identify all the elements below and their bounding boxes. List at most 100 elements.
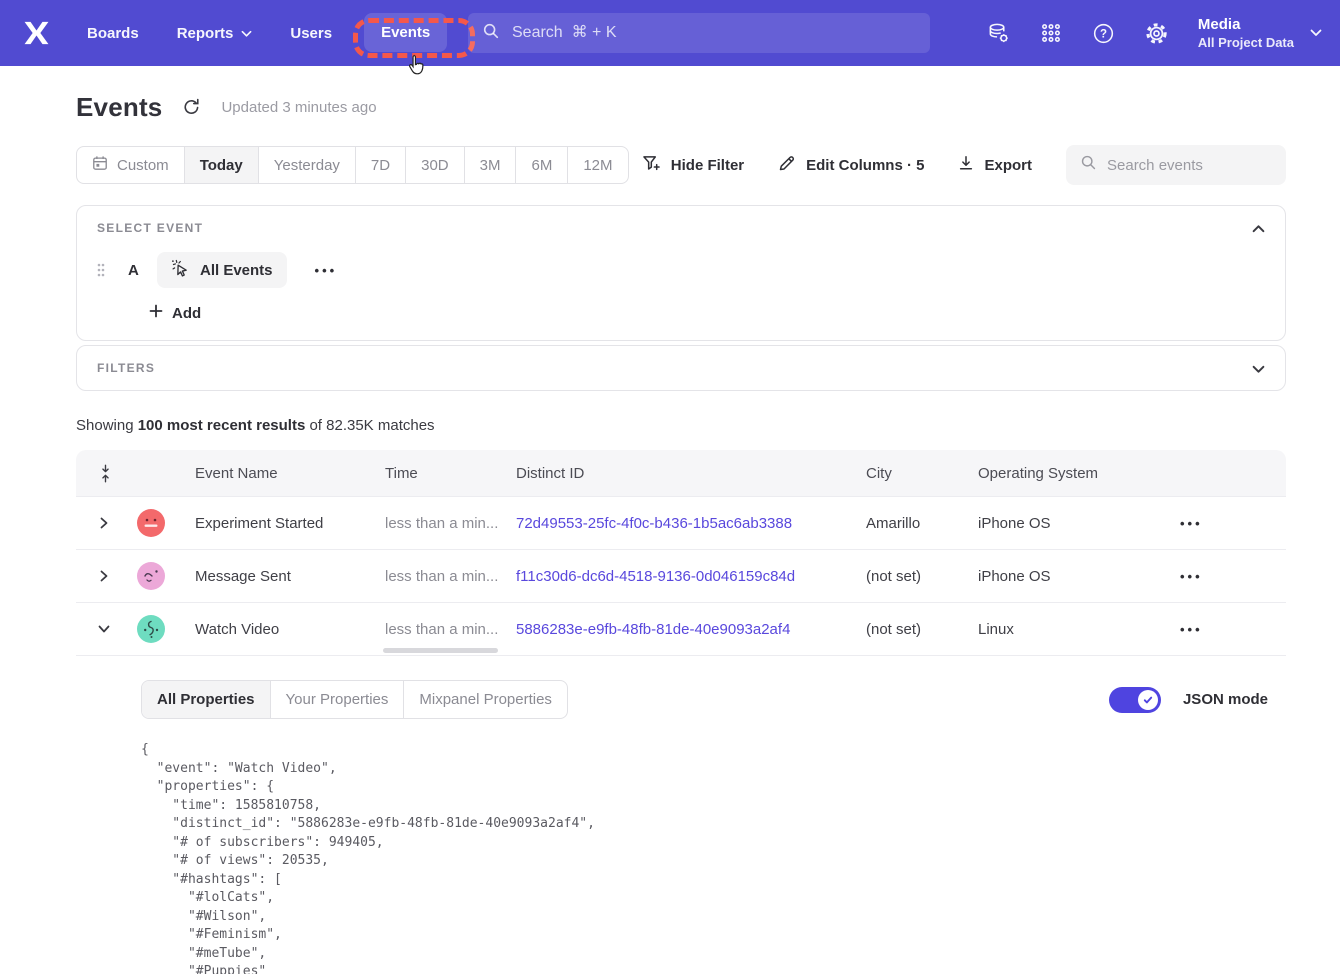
event-options-ellipsis[interactable] [315, 263, 338, 278]
drag-handle-icon[interactable] [97, 263, 105, 277]
cell-os: Linux [978, 621, 1148, 638]
apps-grid-icon[interactable] [1040, 22, 1062, 44]
nav-item-boards[interactable]: Boards [87, 25, 139, 42]
search-icon [482, 22, 500, 45]
row-options-ellipsis[interactable] [1148, 569, 1286, 584]
global-search-input[interactable] [512, 24, 916, 42]
help-icon[interactable]: ? [1092, 22, 1115, 45]
col-event-name[interactable]: Event Name [195, 465, 385, 482]
project-scope: All Project Data [1198, 34, 1294, 51]
nav-item-events[interactable]: Events [364, 13, 447, 52]
table-header: Event Name Time Distinct ID City Operati… [76, 450, 1286, 496]
select-event-title: SELECT EVENT [97, 221, 1265, 235]
project-switcher[interactable]: Media All Project Data [1198, 15, 1322, 51]
table-row[interactable]: Message Sent less than a min... f11c30d6… [76, 549, 1286, 602]
col-os[interactable]: Operating System [978, 465, 1148, 482]
filters-panel: FILTERS [76, 345, 1286, 391]
range-12m[interactable]: 12M [568, 147, 627, 183]
collapse-chevron-up-icon[interactable] [1252, 220, 1265, 238]
col-distinct-id[interactable]: Distinct ID [516, 465, 866, 482]
cell-distinct-id[interactable]: f11c30d6-dc6d-4518-9136-0d046159c84d [516, 568, 866, 585]
json-mode-label: JSON mode [1183, 691, 1268, 708]
event-avatar [137, 615, 195, 643]
range-today[interactable]: Today [185, 147, 259, 183]
refresh-icon[interactable] [182, 98, 201, 117]
range-30d[interactable]: 30D [406, 147, 465, 183]
cell-time: less than a min... [385, 621, 516, 638]
row-options-ellipsis[interactable] [1148, 622, 1286, 637]
add-event-label: Add [172, 305, 201, 322]
chevron-down-icon [241, 25, 252, 42]
select-event-panel: SELECT EVENT A All Events [76, 205, 1286, 341]
range-3m[interactable]: 3M [465, 147, 517, 183]
cell-distinct-id[interactable]: 5886283e-e9fb-48fb-81de-40e9093a2af4 [516, 621, 866, 638]
nav-item-users[interactable]: Users [290, 25, 332, 42]
collapse-chevron-down-icon[interactable] [76, 625, 132, 633]
magic-cursor-icon [171, 259, 190, 282]
events-table: Event Name Time Distinct ID City Operati… [76, 450, 1286, 974]
results-summary: Showing 100 most recent results of 82.35… [76, 417, 1286, 434]
expand-chevron-down-icon[interactable] [1252, 361, 1265, 379]
table-row[interactable]: Experiment Started less than a min... 72… [76, 496, 1286, 549]
cell-os: iPhone OS [978, 568, 1148, 585]
nav-item-reports[interactable]: Reports [177, 25, 253, 42]
cell-event-name: Watch Video [195, 621, 385, 638]
event-row-letter: A [128, 262, 142, 279]
add-event-button[interactable]: Add [149, 304, 201, 322]
updated-timestamp: Updated 3 minutes ago [221, 99, 376, 116]
expand-chevron-right-icon[interactable] [76, 570, 132, 582]
sort-icon[interactable] [100, 464, 132, 483]
range-custom[interactable]: Custom [77, 147, 185, 183]
horizontal-scrollbar-thumb[interactable] [383, 648, 498, 653]
cell-city: (not set) [866, 568, 978, 585]
search-events-input[interactable] [1107, 157, 1272, 174]
range-custom-label: Custom [117, 157, 169, 174]
hide-filter-label: Hide Filter [671, 157, 744, 174]
edit-columns-button[interactable]: Edit Columns · 5 [778, 154, 924, 176]
export-button[interactable]: Export [958, 155, 1032, 175]
cell-distinct-id[interactable]: 72d49553-25fc-4f0c-b436-1b5ac6ab3388 [516, 515, 866, 532]
nav-item-reports-label: Reports [177, 25, 234, 42]
cell-os: iPhone OS [978, 515, 1148, 532]
results-prefix: Showing [76, 417, 138, 434]
tab-mixpanel-properties[interactable]: Mixpanel Properties [404, 681, 567, 718]
col-time[interactable]: Time [385, 465, 516, 482]
tab-your-properties[interactable]: Your Properties [271, 681, 405, 718]
tab-all-properties[interactable]: All Properties [142, 681, 271, 718]
filters-title: FILTERS [97, 361, 155, 375]
project-name: Media [1198, 15, 1294, 34]
calendar-icon [92, 155, 108, 175]
range-6m[interactable]: 6M [516, 147, 568, 183]
hide-filter-button[interactable]: Hide Filter [642, 155, 744, 176]
search-icon [1080, 154, 1097, 176]
global-search[interactable] [468, 13, 930, 53]
cell-time: less than a min... [385, 515, 516, 532]
export-label: Export [984, 157, 1032, 174]
cell-time: less than a min... [385, 568, 516, 585]
settings-gear-icon[interactable] [1145, 22, 1168, 45]
expand-chevron-right-icon[interactable] [76, 517, 132, 529]
toggle-knob [1138, 690, 1158, 710]
results-count: 100 most recent results [138, 417, 306, 434]
range-yesterday[interactable]: Yesterday [259, 147, 356, 183]
event-detail-panel: All Properties Your Properties Mixpanel … [76, 655, 1286, 974]
cell-event-name: Message Sent [195, 568, 385, 585]
col-city[interactable]: City [866, 465, 978, 482]
all-events-label: All Events [200, 262, 273, 279]
cell-city: Amarillo [866, 515, 978, 532]
data-management-icon[interactable] [987, 22, 1010, 45]
range-7d[interactable]: 7D [356, 147, 406, 183]
download-icon [958, 155, 974, 175]
json-viewer[interactable]: { "event": "Watch Video", "properties": … [141, 741, 1268, 974]
event-avatar [137, 562, 195, 590]
all-events-selector[interactable]: All Events [157, 252, 287, 288]
search-events[interactable] [1066, 145, 1286, 185]
cursor-hand-icon [406, 54, 428, 83]
date-range-picker: Custom Today Yesterday 7D 30D 3M 6M 12M [76, 146, 629, 184]
table-row-expanded[interactable]: Watch Video less than a min... 5886283e-… [76, 602, 1286, 655]
mixpanel-logo-icon[interactable] [22, 20, 51, 46]
json-mode-toggle[interactable] [1109, 687, 1161, 713]
row-options-ellipsis[interactable] [1148, 516, 1286, 531]
svg-text:?: ? [1100, 28, 1107, 40]
properties-tabs: All Properties Your Properties Mixpanel … [141, 680, 568, 719]
